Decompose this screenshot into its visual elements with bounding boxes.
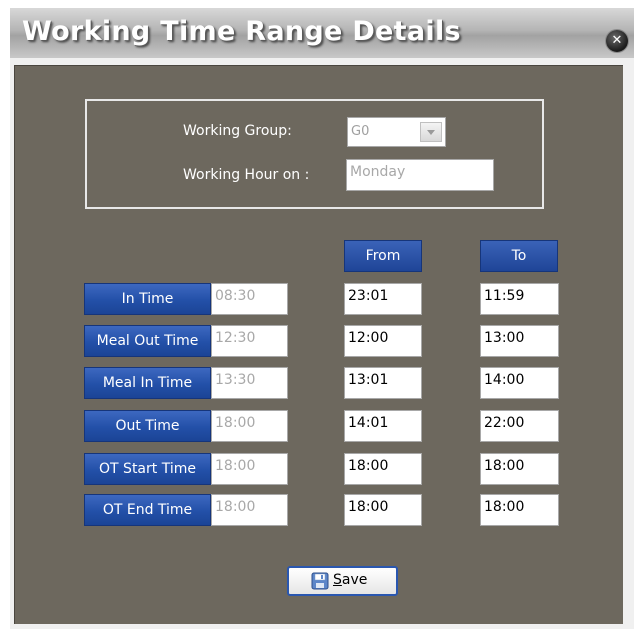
- title-bar[interactable]: Working Time Range Details ✕: [10, 8, 634, 58]
- ot-end-time-default-field[interactable]: 18:00: [211, 494, 288, 526]
- window-title: Working Time Range Details: [22, 16, 461, 47]
- save-icon: [311, 572, 329, 590]
- working-hour-label: Working Hour on :: [183, 167, 310, 183]
- meal-out-time-to-field[interactable]: 13:00: [480, 325, 559, 357]
- out-time-to-field[interactable]: 22:00: [480, 410, 559, 442]
- meal-out-time-default-field[interactable]: 12:30: [211, 325, 288, 357]
- working-group-select[interactable]: G0: [347, 117, 446, 147]
- meal-in-time-button[interactable]: Meal In Time: [84, 367, 211, 399]
- save-label: Save: [333, 572, 367, 588]
- close-button[interactable]: ✕: [606, 30, 628, 52]
- ot-start-time-from-field[interactable]: 18:00: [344, 453, 422, 485]
- to-column-header: To: [480, 240, 558, 272]
- working-group-label: Working Group:: [183, 123, 292, 139]
- out-time-default-field[interactable]: 18:00: [211, 410, 288, 442]
- ot-start-time-to-field[interactable]: 18:00: [480, 453, 559, 485]
- meal-out-time-button[interactable]: Meal Out Time: [84, 325, 211, 357]
- meal-in-time-to-field[interactable]: 14:00: [480, 367, 559, 399]
- ot-end-time-from-field[interactable]: 18:00: [344, 494, 422, 526]
- in-time-button[interactable]: In Time: [84, 283, 211, 315]
- ot-start-time-button[interactable]: OT Start Time: [84, 453, 211, 485]
- in-time-default-field[interactable]: 08:30: [211, 283, 288, 315]
- out-time-button[interactable]: Out Time: [84, 410, 211, 442]
- working-group-box: Working Group: G0 Working Hour on : Mond…: [85, 99, 544, 209]
- in-time-from-field[interactable]: 23:01: [344, 283, 422, 315]
- ot-end-time-to-field[interactable]: 18:00: [480, 494, 559, 526]
- working-hour-field[interactable]: Monday: [346, 159, 494, 191]
- working-group-value: G0: [351, 124, 370, 139]
- out-time-from-field[interactable]: 14:01: [344, 410, 422, 442]
- dialog-window: Working Time Range Details ✕ Working Gro…: [10, 8, 634, 629]
- save-label-rest: ave: [341, 572, 368, 588]
- meal-in-time-default-field[interactable]: 13:30: [211, 367, 288, 399]
- in-time-to-field[interactable]: 11:59: [480, 283, 559, 315]
- chevron-down-icon[interactable]: [420, 122, 442, 142]
- save-mnemonic: S: [333, 572, 342, 588]
- dialog-content: Working Group: G0 Working Hour on : Mond…: [14, 65, 623, 624]
- from-column-header: From: [344, 240, 422, 272]
- ot-end-time-button[interactable]: OT End Time: [84, 494, 211, 526]
- meal-in-time-from-field[interactable]: 13:01: [344, 367, 422, 399]
- meal-out-time-from-field[interactable]: 12:00: [344, 325, 422, 357]
- save-button[interactable]: Save: [287, 566, 398, 596]
- close-icon: ✕: [611, 33, 623, 48]
- ot-start-time-default-field[interactable]: 18:00: [211, 453, 288, 485]
